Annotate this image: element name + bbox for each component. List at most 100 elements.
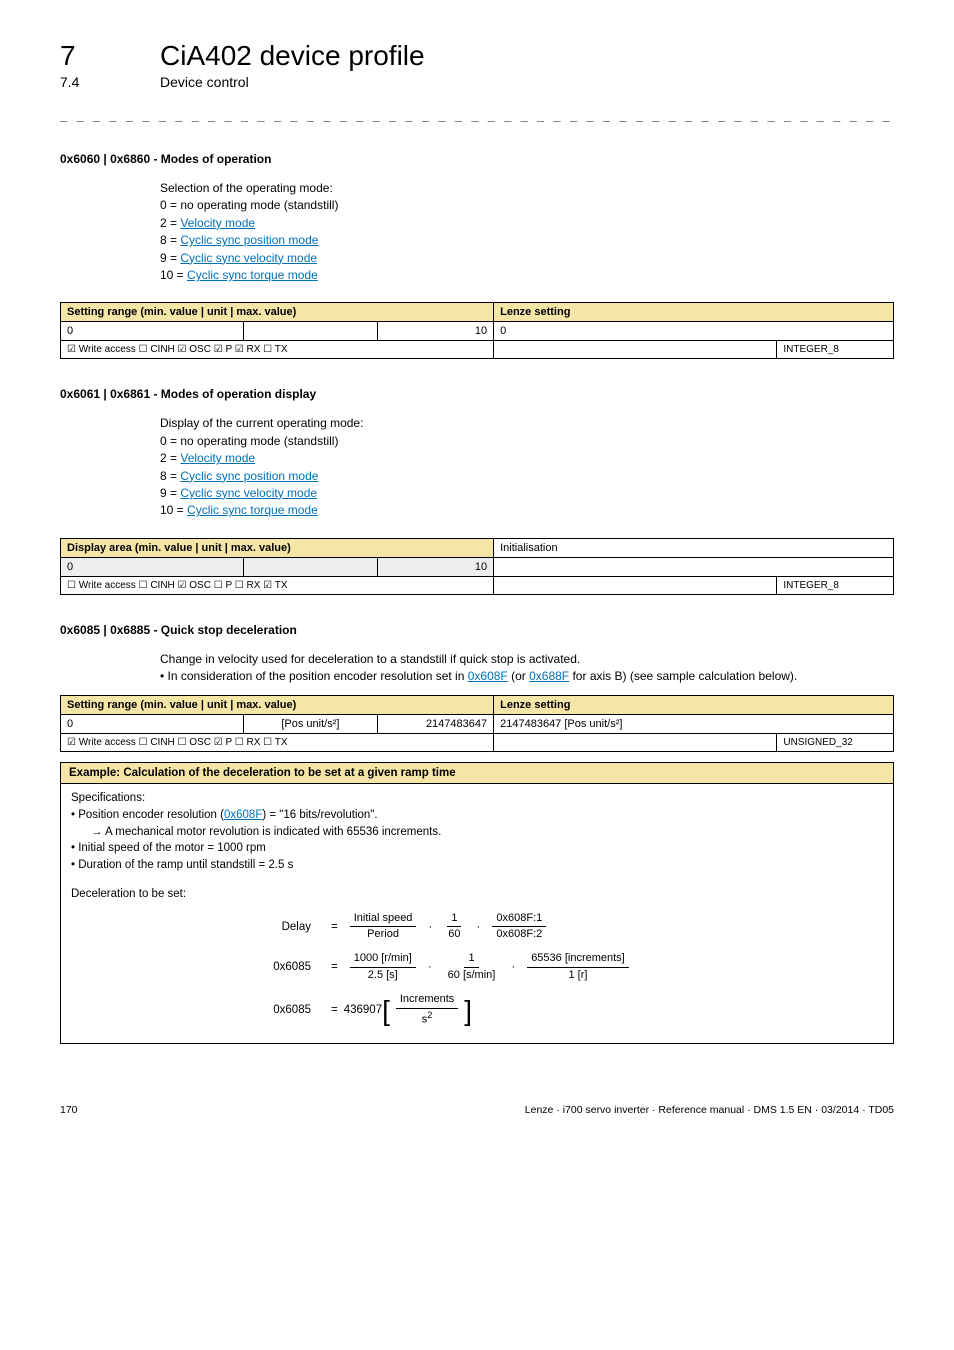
param1-desc-line: Selection of the operating mode:: [160, 180, 894, 197]
link-cyclic-sync-position-mode[interactable]: Cyclic sync position mode: [180, 233, 318, 247]
dot-icon: ·: [428, 919, 432, 936]
r1-f3-num: 0x608F:1: [492, 911, 546, 928]
param2-setting: [494, 557, 894, 576]
example-title: Example: Calculation of the deceleration…: [61, 763, 893, 784]
param2-heading: 0x6061 | 0x6861 - Modes of operation dis…: [60, 387, 894, 401]
link-example-0x608F[interactable]: 0x608F: [224, 809, 262, 821]
param1-mode-9-prefix: 9 =: [160, 251, 180, 265]
param3-empty: [494, 734, 777, 752]
calc-row-1: Delay = Initial speedPeriod · 160 · 0x60…: [241, 911, 883, 944]
r1-f1-num: Initial speed: [350, 911, 417, 928]
param1-setting: 0: [494, 322, 894, 341]
dot-icon: ·: [511, 959, 515, 976]
param3-bullet-mid: (or: [508, 669, 529, 683]
chapter-number: 7: [60, 40, 160, 72]
page-number: 170: [60, 1104, 78, 1116]
param3-range-header: Setting range (min. value | unit | max. …: [61, 696, 494, 715]
calc-row-3: 0x6085 = 436907 [ Increments s2 ]: [241, 992, 883, 1029]
page-footer: 170 Lenze · i700 servo inverter · Refere…: [60, 1104, 894, 1116]
param3-unit: [Pos unit/s²]: [244, 715, 377, 734]
param3-setting: 2147483647 [Pos unit/s²]: [494, 715, 894, 734]
r1-f1-den: Period: [363, 927, 403, 943]
param2-description: Display of the current operating mode: 0…: [160, 415, 894, 519]
param1-range-header: Setting range (min. value | unit | max. …: [61, 303, 494, 322]
param3-setting-header: Lenze setting: [494, 696, 894, 715]
param2-mode-8-prefix: 8 =: [160, 469, 180, 483]
link-velocity-mode[interactable]: Velocity mode: [180, 216, 255, 230]
param2-mode-9-prefix: 9 =: [160, 486, 180, 500]
param2-table: Display area (min. value | unit | max. v…: [60, 538, 894, 595]
param3-desc-line: Change in velocity used for deceleration…: [160, 651, 894, 668]
param2-mode-0: 0 = no operating mode (standstill): [160, 433, 894, 450]
link-cyclic-sync-position-mode-2[interactable]: Cyclic sync position mode: [180, 469, 318, 483]
example-spec-label: Specifications:: [71, 790, 883, 807]
example-decel-label: Deceleration to be set:: [71, 886, 883, 903]
param1-setting-header: Lenze setting: [494, 303, 894, 322]
r2-f3-den: 1 [r]: [564, 968, 591, 984]
equals-icon: =: [331, 959, 338, 976]
param3-max: 2147483647: [377, 715, 494, 734]
calc-row3-value: 436907: [344, 1002, 382, 1019]
section-number: 7.4: [60, 74, 160, 90]
param3-min: 0: [61, 715, 244, 734]
link-cyclic-sync-velocity-mode[interactable]: Cyclic sync velocity mode: [180, 251, 317, 265]
divider-dashes: _ _ _ _ _ _ _ _ _ _ _ _ _ _ _ _ _ _ _ _ …: [60, 108, 894, 122]
footer-text: Lenze · i700 servo inverter · Reference …: [525, 1104, 894, 1116]
param2-dtype: INTEGER_8: [777, 576, 894, 594]
param1-mode-10-prefix: 10 =: [160, 268, 187, 282]
example-b1-arrow: → A mechanical motor revolution is indic…: [71, 824, 883, 841]
r2-f1-num: 1000 [r/min]: [350, 951, 416, 968]
dot-icon: ·: [428, 959, 432, 976]
param2-desc-line: Display of the current operating mode:: [160, 415, 894, 432]
param3-bullet-post: for axis B) (see sample calculation belo…: [569, 669, 797, 683]
equals-icon: =: [331, 919, 338, 936]
r2-f1-den: 2.5 [s]: [364, 968, 402, 984]
r2-f2-den: 60 [s/min]: [444, 968, 500, 984]
param2-min: 0: [61, 557, 244, 576]
r1-f3-den: 0x608F:2: [492, 927, 546, 943]
calc-row3-label: 0x6085: [241, 1002, 311, 1019]
r1-f2-num: 1: [447, 911, 461, 928]
param3-dtype: UNSIGNED_32: [777, 734, 894, 752]
param2-mode-10-prefix: 10 =: [160, 503, 187, 517]
example-b1-suffix: ) = "16 bits/revolution".: [262, 809, 377, 821]
param2-access: ☐ Write access ☐ CINH ☑ OSC ☐ P ☐ RX ☑ T…: [61, 576, 494, 594]
section-title: Device control: [160, 74, 249, 90]
link-cyclic-sync-torque-mode-2[interactable]: Cyclic sync torque mode: [187, 503, 318, 517]
example-b3: • Duration of the ramp until standstill …: [71, 857, 883, 874]
param1-description: Selection of the operating mode: 0 = no …: [160, 180, 894, 284]
r2-f2-num: 1: [464, 951, 478, 968]
param1-heading: 0x6060 | 0x6860 - Modes of operation: [60, 152, 894, 166]
param1-unit: [244, 322, 377, 341]
right-bracket-icon: ]: [464, 997, 472, 1025]
param1-mode-8-prefix: 8 =: [160, 233, 180, 247]
calc-row-2: 0x6085 = 1000 [r/min]2.5 [s] · 160 [s/mi…: [241, 951, 883, 984]
link-velocity-mode-2[interactable]: Velocity mode: [180, 451, 255, 465]
param1-min: 0: [61, 322, 244, 341]
param2-unit: [244, 557, 377, 576]
param1-table: Setting range (min. value | unit | max. …: [60, 302, 894, 359]
param2-setting-header: Initialisation: [494, 538, 894, 557]
left-bracket-icon: [: [382, 997, 390, 1025]
link-cyclic-sync-velocity-mode-2[interactable]: Cyclic sync velocity mode: [180, 486, 317, 500]
param1-max: 10: [377, 322, 494, 341]
param2-mode-2-prefix: 2 =: [160, 451, 180, 465]
param3-bullet-pre: • In consideration of the position encod…: [160, 669, 468, 683]
dot-icon: ·: [477, 919, 481, 936]
example-b1-pre: • Position encoder resolution (: [71, 809, 224, 821]
example-b2: • Initial speed of the motor = 1000 rpm: [71, 840, 883, 857]
param3-description: Change in velocity used for deceleration…: [160, 651, 894, 686]
param1-access: ☑ Write access ☐ CINH ☑ OSC ☑ P ☑ RX ☐ T…: [61, 341, 494, 359]
r3-bracket-exp: 2: [427, 1010, 432, 1020]
page-header: 7 CiA402 device profile 7.4 Device contr…: [60, 40, 894, 90]
param2-range-header: Display area (min. value | unit | max. v…: [61, 538, 494, 557]
r3-bracket-num: Increments: [396, 992, 458, 1009]
link-0x688F[interactable]: 0x688F: [529, 669, 569, 683]
link-0x608F[interactable]: 0x608F: [468, 669, 508, 683]
link-cyclic-sync-torque-mode[interactable]: Cyclic sync torque mode: [187, 268, 318, 282]
param1-mode-2-prefix: 2 =: [160, 216, 180, 230]
calc-row1-label: Delay: [241, 919, 311, 936]
param3-access: ☑ Write access ☐ CINH ☐ OSC ☑ P ☐ RX ☐ T…: [61, 734, 494, 752]
param3-table: Setting range (min. value | unit | max. …: [60, 695, 894, 752]
example-box: Example: Calculation of the deceleration…: [60, 762, 894, 1043]
